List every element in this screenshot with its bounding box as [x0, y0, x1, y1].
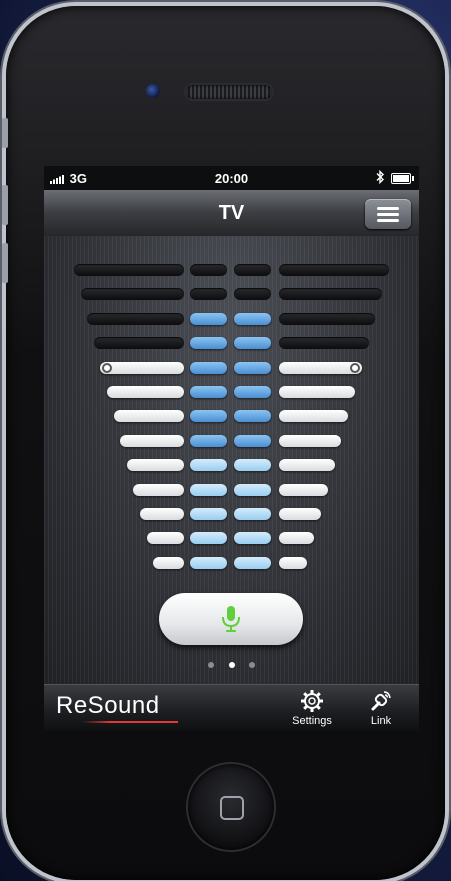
- eq-bar-right-2[interactable]: [279, 288, 383, 301]
- tab-bar: ReSound Settings Link: [44, 684, 419, 731]
- battery-icon: [391, 173, 414, 184]
- eq-bar-left-8[interactable]: [120, 434, 184, 447]
- eq-bar-center-left-4[interactable]: [190, 337, 227, 350]
- eq-bar-center-right-5[interactable]: [234, 361, 271, 374]
- gear-icon: [301, 690, 323, 712]
- eq-bar-center-right-12[interactable]: [234, 532, 271, 545]
- eq-bar-center-left-12[interactable]: [190, 532, 227, 545]
- page-indicator[interactable]: [44, 655, 419, 673]
- eq-bar-center-left-7[interactable]: [190, 410, 227, 423]
- eq-bar-right-4[interactable]: [279, 337, 369, 350]
- eq-bar-center-right-2[interactable]: [234, 288, 271, 301]
- home-button[interactable]: [188, 764, 274, 850]
- eq-bar-center-left-1[interactable]: [190, 264, 227, 276]
- eq-bar-right-9[interactable]: [279, 459, 335, 472]
- menu-button[interactable]: [365, 199, 411, 229]
- eq-bar-center-right-6[interactable]: [234, 386, 271, 398]
- eq-bar-center-left-10[interactable]: [190, 483, 227, 496]
- equalizer-panel: [44, 236, 419, 684]
- eq-bar-center-right-13[interactable]: [234, 556, 271, 569]
- eq-bar-center-left-5[interactable]: [190, 361, 227, 374]
- tab-link-label: Link: [370, 715, 392, 727]
- eq-bar-center-left-11[interactable]: [190, 508, 227, 520]
- link-icon: [371, 691, 391, 711]
- eq-bar-left-13[interactable]: [153, 556, 184, 569]
- eq-bar-right-13[interactable]: [279, 556, 308, 569]
- volume-down-button: [2, 243, 8, 283]
- eq-bar-right-1[interactable]: [279, 264, 389, 276]
- eq-bar-center-left-9[interactable]: [190, 459, 227, 472]
- eq-bar-left-4[interactable]: [93, 337, 184, 350]
- eq-bar-center-left-2[interactable]: [190, 288, 227, 301]
- tab-settings[interactable]: Settings: [282, 689, 342, 727]
- earpiece-speaker: [186, 85, 272, 99]
- eq-bar-right-3[interactable]: [279, 312, 376, 325]
- page-dot-2[interactable]: [228, 662, 235, 668]
- microphone-button[interactable]: [159, 593, 303, 645]
- eq-bar-left-1[interactable]: [74, 264, 184, 276]
- eq-bar-left-6[interactable]: [107, 386, 184, 398]
- page-title: TV: [218, 202, 245, 224]
- eq-bar-center-right-4[interactable]: [234, 337, 271, 350]
- eq-bar-center-left-13[interactable]: [190, 556, 227, 569]
- eq-bar-left-3[interactable]: [87, 312, 184, 325]
- eq-bar-left-11[interactable]: [140, 508, 184, 520]
- page-dot-3[interactable]: [248, 662, 255, 668]
- eq-handle-left[interactable]: [102, 362, 113, 373]
- microphone-icon: [222, 606, 240, 632]
- eq-bar-right-11[interactable]: [279, 508, 321, 520]
- status-time: 20:00: [214, 171, 249, 186]
- eq-bar-right-6[interactable]: [279, 386, 355, 398]
- brand-logo: ReSound: [56, 692, 160, 719]
- tab-link[interactable]: Link: [351, 689, 411, 727]
- eq-bar-left-7[interactable]: [113, 410, 184, 423]
- home-square-icon: [220, 796, 244, 820]
- eq-handle-right[interactable]: [349, 362, 360, 373]
- eq-bar-center-right-8[interactable]: [234, 434, 271, 447]
- ringer-switch: [2, 118, 8, 148]
- bluetooth-icon: [375, 169, 385, 187]
- front-camera: [146, 84, 160, 98]
- eq-bar-center-right-7[interactable]: [234, 410, 271, 423]
- eq-bar-right-10[interactable]: [279, 483, 328, 496]
- eq-bar-right-12[interactable]: [279, 532, 315, 545]
- volume-up-button: [2, 185, 8, 225]
- eq-bar-center-right-1[interactable]: [234, 264, 271, 276]
- navigation-bar: TV: [44, 190, 419, 237]
- eq-bar-center-right-3[interactable]: [234, 312, 271, 325]
- brand-underline: [82, 721, 178, 723]
- eq-bar-left-2[interactable]: [80, 288, 184, 301]
- eq-bar-center-left-3[interactable]: [190, 312, 227, 325]
- eq-bar-right-7[interactable]: [279, 410, 349, 423]
- eq-bar-center-right-9[interactable]: [234, 459, 271, 472]
- eq-bar-left-5[interactable]: [100, 361, 184, 374]
- eq-bar-left-9[interactable]: [126, 459, 184, 472]
- app-screen: 3G 20:00 TV ReSound Settings Link: [44, 166, 419, 731]
- eq-bar-right-8[interactable]: [279, 434, 342, 447]
- menu-icon: [377, 207, 399, 210]
- eq-bar-left-10[interactable]: [133, 483, 184, 496]
- tab-settings-label: Settings: [292, 715, 332, 727]
- status-bar: 3G 20:00: [44, 166, 419, 190]
- eq-bar-center-left-8[interactable]: [190, 434, 227, 447]
- page-dot-1[interactable]: [208, 662, 215, 668]
- eq-bar-center-left-6[interactable]: [190, 386, 227, 398]
- eq-bar-center-right-11[interactable]: [234, 508, 271, 520]
- eq-bar-center-right-10[interactable]: [234, 483, 271, 496]
- eq-bar-left-12[interactable]: [146, 532, 184, 545]
